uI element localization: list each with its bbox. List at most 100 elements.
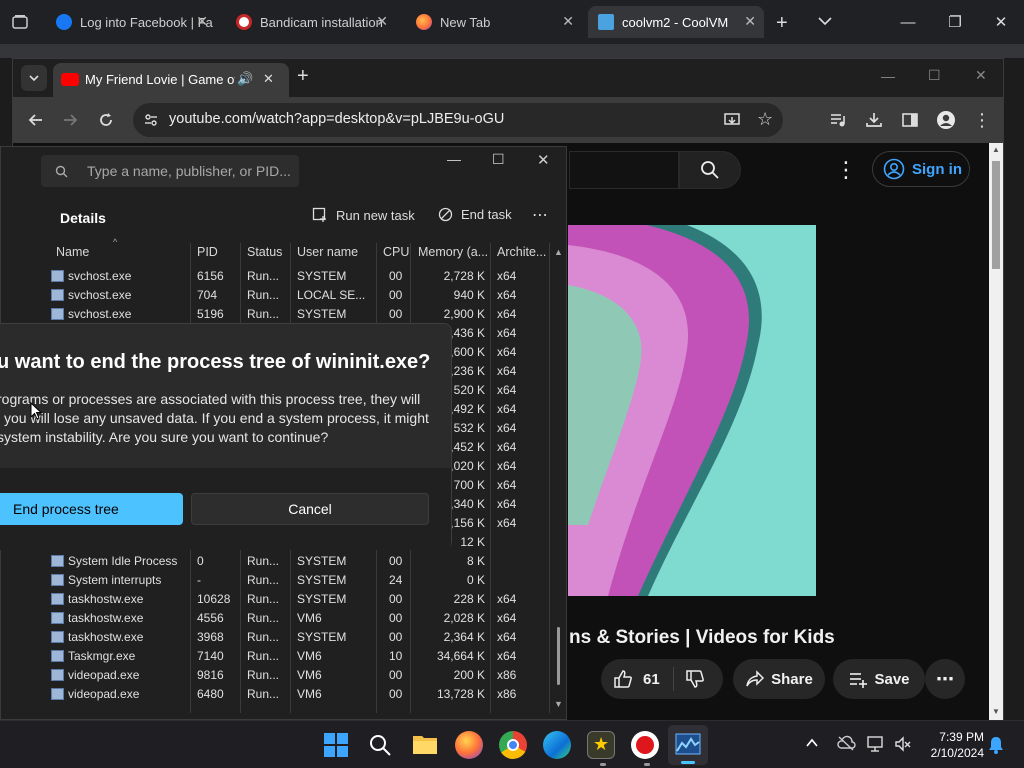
back-arrow-icon[interactable] [21, 105, 51, 135]
table-row[interactable]: Taskmgr.exe 7140 Run... VM6 10 34,664 K x64 [49, 647, 549, 666]
more-options-icon[interactable]: ⋯ [532, 205, 548, 225]
minimize-icon[interactable]: — [885, 0, 931, 44]
tab-new-tab[interactable]: New Tab ✕ [406, 6, 582, 38]
cell-status: Run... [247, 630, 280, 644]
close-window-icon[interactable]: ✕ [978, 0, 1024, 44]
tab-search-chevron-icon[interactable] [21, 65, 47, 91]
scrollbar-thumb[interactable] [557, 627, 560, 685]
tab-list-chevron-icon[interactable] [816, 12, 834, 35]
table-row[interactable]: videopad.exe 9816 Run... VM6 00 200 K x86 [49, 666, 549, 685]
maximize-icon[interactable]: ☐ [492, 151, 505, 168]
table-row[interactable]: videopad.exe 6480 Run... VM6 00 13,728 K x86 [49, 685, 549, 704]
close-icon[interactable]: ✕ [263, 71, 274, 87]
clock-date[interactable]: 2/10/2024 [918, 746, 984, 760]
table-row[interactable]: System Idle Process 0 Run... SYSTEM 00 8 K [49, 552, 549, 571]
cancel-button[interactable]: Cancel [191, 493, 429, 525]
forward-arrow-icon[interactable] [55, 105, 85, 135]
tab-youtube[interactable]: My Friend Lovie | Game of M 🔊 ✕ [53, 63, 289, 97]
notification-bell-icon[interactable] [988, 736, 1004, 759]
sign-in-button[interactable]: Sign in [872, 151, 970, 187]
table-row[interactable]: svchost.exe 5196 Run... SYSTEM 00 2,900 K x64 [49, 305, 549, 324]
close-icon[interactable]: ✕ [376, 13, 388, 30]
chrome-icon[interactable] [499, 731, 527, 759]
profile-icon[interactable] [931, 105, 961, 135]
address-bar[interactable]: youtube.com/watch?app=desktop&v=pLJBE9u-… [133, 103, 783, 137]
tab-bandicam[interactable]: Bandicam installation ✕ [226, 6, 396, 38]
speaker-icon[interactable]: 🔊 [237, 71, 253, 87]
yt-search-button[interactable] [679, 151, 741, 189]
tab-actions-icon[interactable] [10, 12, 30, 32]
cell-status: Run... [247, 554, 280, 568]
cell-mem: 2,364 K [443, 630, 485, 644]
table-row[interactable]: System interrupts - Run... SYSTEM 24 0 K [49, 571, 549, 590]
like-button[interactable]: 61 [601, 659, 723, 699]
column-status[interactable]: Status [247, 245, 282, 259]
media-controls-icon[interactable] [823, 105, 853, 135]
scroll-up-icon[interactable]: ▲ [992, 145, 1000, 154]
yt-more-icon[interactable]: ⋮ [835, 157, 857, 183]
cell-arch: x64 [497, 269, 517, 283]
more-actions-icon[interactable]: ⋯ [925, 659, 965, 699]
more-menu-icon[interactable]: ⋮ [967, 105, 997, 135]
scroll-down-icon[interactable]: ▼ [992, 707, 1000, 716]
end-process-tree-button[interactable]: End process tree [0, 493, 183, 525]
videopad-icon[interactable]: ★ [587, 731, 615, 759]
tab-facebook[interactable]: Log into Facebook | Fa ✕ [46, 6, 216, 38]
onedrive-offline-icon[interactable] [836, 735, 856, 756]
firefox-icon[interactable] [455, 731, 483, 759]
volume-muted-icon[interactable] [894, 735, 912, 758]
column-cpu[interactable]: CPU [383, 245, 409, 259]
site-info-icon[interactable] [143, 112, 159, 133]
download-icon[interactable] [859, 105, 889, 135]
side-panel-icon[interactable] [895, 105, 925, 135]
maximize-icon[interactable]: ❐ [932, 0, 978, 44]
yt-search-box[interactable] [569, 151, 679, 189]
file-explorer-icon[interactable] [412, 733, 438, 760]
column-name[interactable]: Name [56, 245, 89, 259]
run-new-task-button[interactable]: Run new task [312, 207, 415, 223]
search-icon[interactable] [368, 733, 392, 762]
table-scrollbar[interactable]: ▲ ▼ [554, 247, 564, 713]
close-icon[interactable]: ✕ [744, 13, 756, 30]
save-button[interactable]: Save [833, 659, 925, 699]
minimize-icon[interactable]: — [447, 151, 461, 167]
network-icon[interactable] [866, 735, 886, 758]
reload-icon[interactable] [91, 105, 121, 135]
end-task-button[interactable]: End task [438, 207, 512, 222]
bandicam-icon [236, 14, 252, 30]
install-app-icon[interactable] [723, 111, 741, 134]
close-icon[interactable]: ✕ [196, 13, 208, 30]
bookmark-star-icon[interactable]: ☆ [757, 109, 773, 130]
column-memory[interactable]: Memory (a... [418, 245, 488, 259]
close-icon[interactable]: ✕ [562, 13, 574, 30]
column-user[interactable]: User name [297, 245, 358, 259]
maximize-icon[interactable]: ☐ [928, 67, 941, 84]
tab-coolvm[interactable]: coolvm2 - CoolVM ✕ [588, 6, 764, 38]
column-architecture[interactable]: Archite... [497, 245, 546, 259]
table-row[interactable]: svchost.exe 6156 Run... SYSTEM 00 2,728 K x64 [49, 267, 549, 286]
cell-pid: 4556 [197, 611, 224, 625]
show-hidden-icons-chevron-icon[interactable] [804, 735, 820, 756]
table-row[interactable]: taskhostw.exe 4556 Run... VM6 00 2,028 K x64 [49, 609, 549, 628]
scroll-down-icon[interactable]: ▼ [554, 699, 563, 709]
table-row[interactable]: taskhostw.exe 10628 Run... SYSTEM 00 228 K x64 [49, 590, 549, 609]
minimize-icon[interactable]: — [881, 68, 895, 84]
table-row[interactable]: svchost.exe 704 Run... LOCAL SE... 00 940 K x6… [49, 286, 549, 305]
video-player[interactable] [568, 225, 816, 596]
task-manager-taskbar-button[interactable] [668, 725, 708, 765]
close-window-icon[interactable]: ✕ [537, 151, 550, 169]
scroll-up-icon[interactable]: ▲ [554, 247, 563, 257]
column-pid[interactable]: PID [197, 245, 218, 259]
windows-start-icon[interactable] [324, 733, 348, 762]
share-button[interactable]: Share [733, 659, 825, 699]
new-tab-button[interactable]: + [776, 12, 788, 35]
scrollbar-thumb[interactable] [992, 161, 1000, 269]
page-scrollbar[interactable]: ▲ ▼ [989, 143, 1003, 721]
edge-icon[interactable] [543, 731, 571, 759]
table-row[interactable]: taskhostw.exe 3968 Run... SYSTEM 00 2,364 K x6… [49, 628, 549, 647]
process-search-input[interactable]: Type a name, publisher, or PID... [41, 155, 299, 187]
clock-time[interactable]: 7:39 PM [918, 730, 984, 744]
close-window-icon[interactable]: ✕ [975, 67, 987, 84]
new-tab-button[interactable]: + [297, 65, 309, 88]
bandicam-record-icon[interactable] [631, 731, 659, 759]
